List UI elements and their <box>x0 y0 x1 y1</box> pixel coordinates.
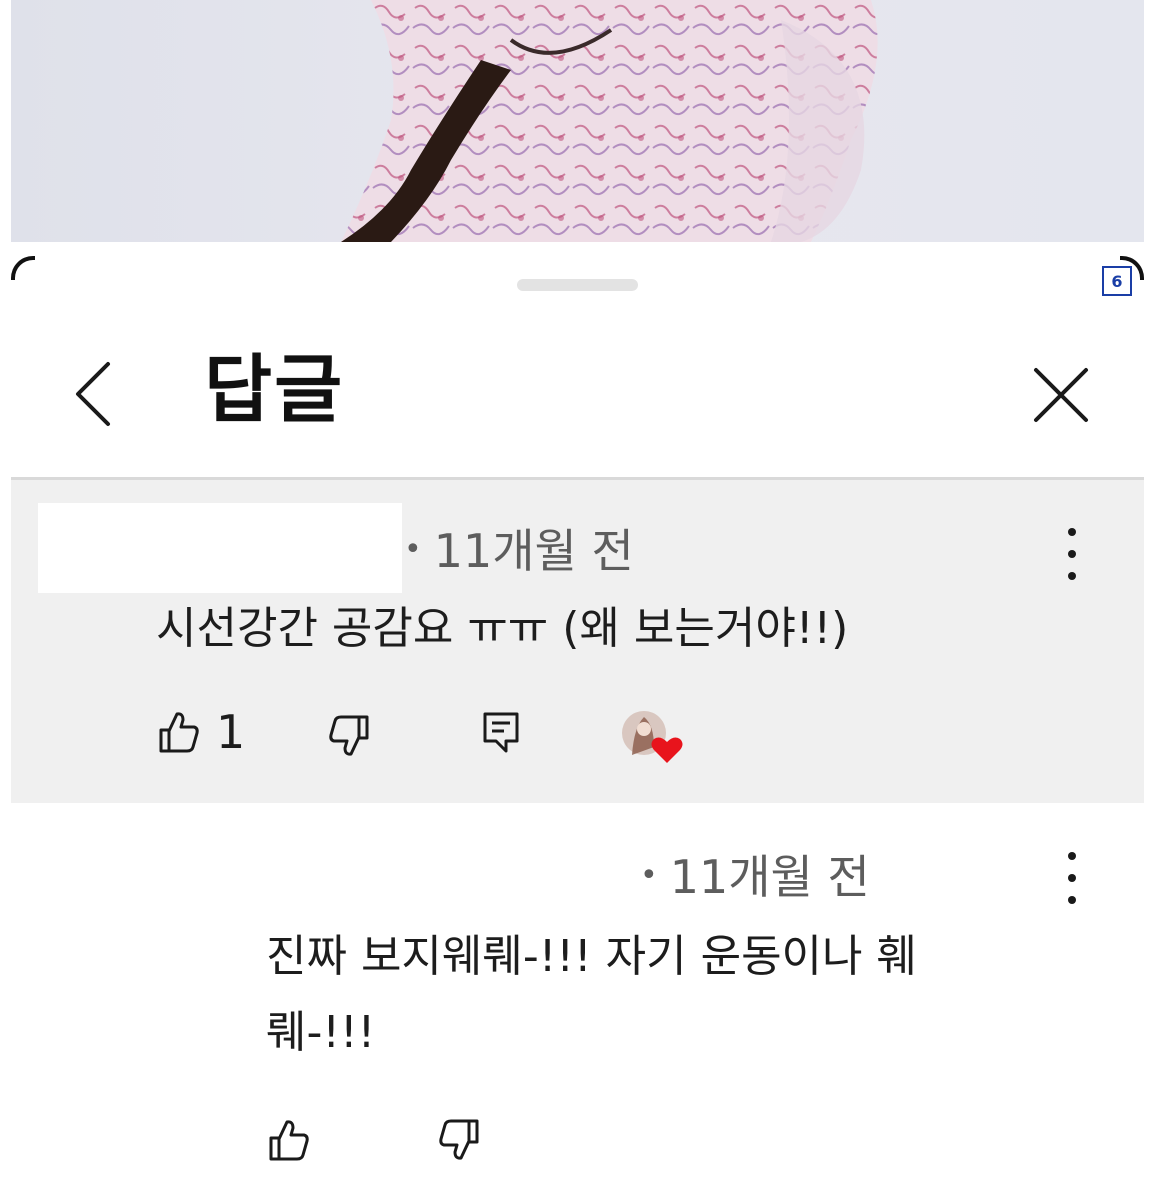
comment-meta: • 11개월 전 <box>404 524 634 578</box>
close-button[interactable] <box>1028 362 1094 428</box>
dislike-button[interactable] <box>328 714 370 762</box>
like-button[interactable] <box>158 710 200 758</box>
chevron-left-icon <box>76 362 110 426</box>
like-count: 1 <box>216 705 246 759</box>
reply-like-button[interactable] <box>268 1118 310 1166</box>
thumb-up-icon <box>159 712 199 753</box>
reply-meta: • 11개월 전 <box>640 850 870 904</box>
page-title: 답글 <box>204 347 345 433</box>
comment-text: 시선강간 공감요 ㅠㅠ (왜 보는거야!!) <box>156 603 849 654</box>
reply-text-line2: 뤠-!!! <box>266 1007 376 1058</box>
video-thumbnail <box>11 0 1144 242</box>
reply-time: 11개월 전 <box>669 850 870 904</box>
creator-heart-badge <box>620 707 684 767</box>
reply-dislike-button[interactable] <box>438 1118 480 1166</box>
thumb-down-icon <box>329 715 369 756</box>
page-number-badge: 6 <box>1102 266 1132 296</box>
reply-more-options-button[interactable] <box>1062 852 1082 904</box>
comment-time: 11개월 전 <box>433 524 634 578</box>
back-button[interactable] <box>66 358 122 430</box>
heart-icon <box>651 737 683 763</box>
reply-icon <box>483 712 519 753</box>
reply-button[interactable] <box>482 711 520 757</box>
reply-text-line1: 진짜 보지웨뤠-!!! 자기 운동이나 훼 <box>266 931 917 982</box>
thumb-up-icon <box>269 1120 309 1161</box>
drag-handle[interactable] <box>517 279 638 291</box>
sheet-corner-left <box>11 256 35 280</box>
thumb-down-icon <box>439 1119 479 1160</box>
redacted-author-name <box>38 503 402 593</box>
close-icon <box>1034 368 1088 422</box>
more-options-button[interactable] <box>1062 528 1082 580</box>
